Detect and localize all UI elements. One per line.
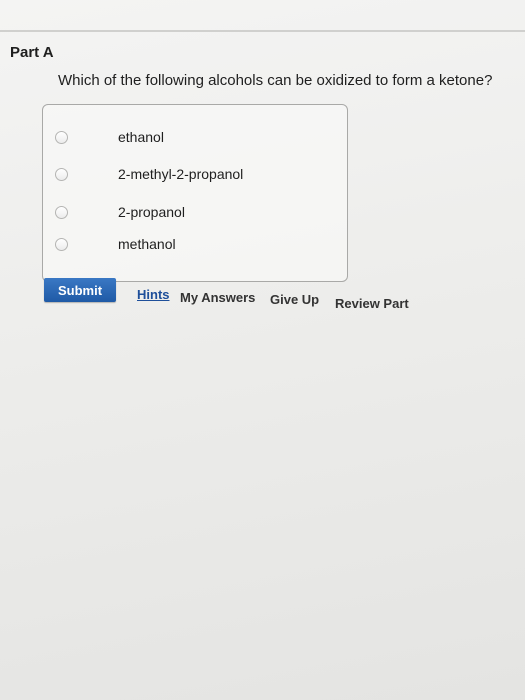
choice-label: methanol [118, 236, 176, 252]
choice-methanol[interactable]: methanol [55, 232, 340, 256]
choice-2-methyl-2-propanol[interactable]: 2-methyl-2-propanol [55, 162, 340, 186]
choice-label: 2-propanol [118, 204, 185, 220]
radio-button[interactable] [55, 167, 68, 181]
top-divider [0, 30, 525, 32]
my-answers-link[interactable]: My Answers [180, 290, 255, 305]
part-title: Part A [10, 44, 54, 61]
radio-button[interactable] [55, 205, 68, 219]
radio-button[interactable] [55, 237, 68, 251]
radio-button[interactable] [55, 130, 68, 144]
review-part-link[interactable]: Review Part [335, 296, 409, 311]
choice-ethanol[interactable]: ethanol [55, 125, 340, 149]
hints-link[interactable]: Hints [137, 287, 170, 302]
choice-label: ethanol [118, 129, 164, 145]
question-text: Which of the following alcohols can be o… [58, 72, 493, 89]
choice-label: 2-methyl-2-propanol [118, 166, 244, 182]
submit-button[interactable]: Submit [44, 278, 116, 302]
choice-2-propanol[interactable]: 2-propanol [55, 200, 340, 224]
give-up-link[interactable]: Give Up [270, 292, 319, 307]
answer-choices-box: ethanol 2-methyl-2-propanol 2-propanol m… [42, 104, 348, 282]
